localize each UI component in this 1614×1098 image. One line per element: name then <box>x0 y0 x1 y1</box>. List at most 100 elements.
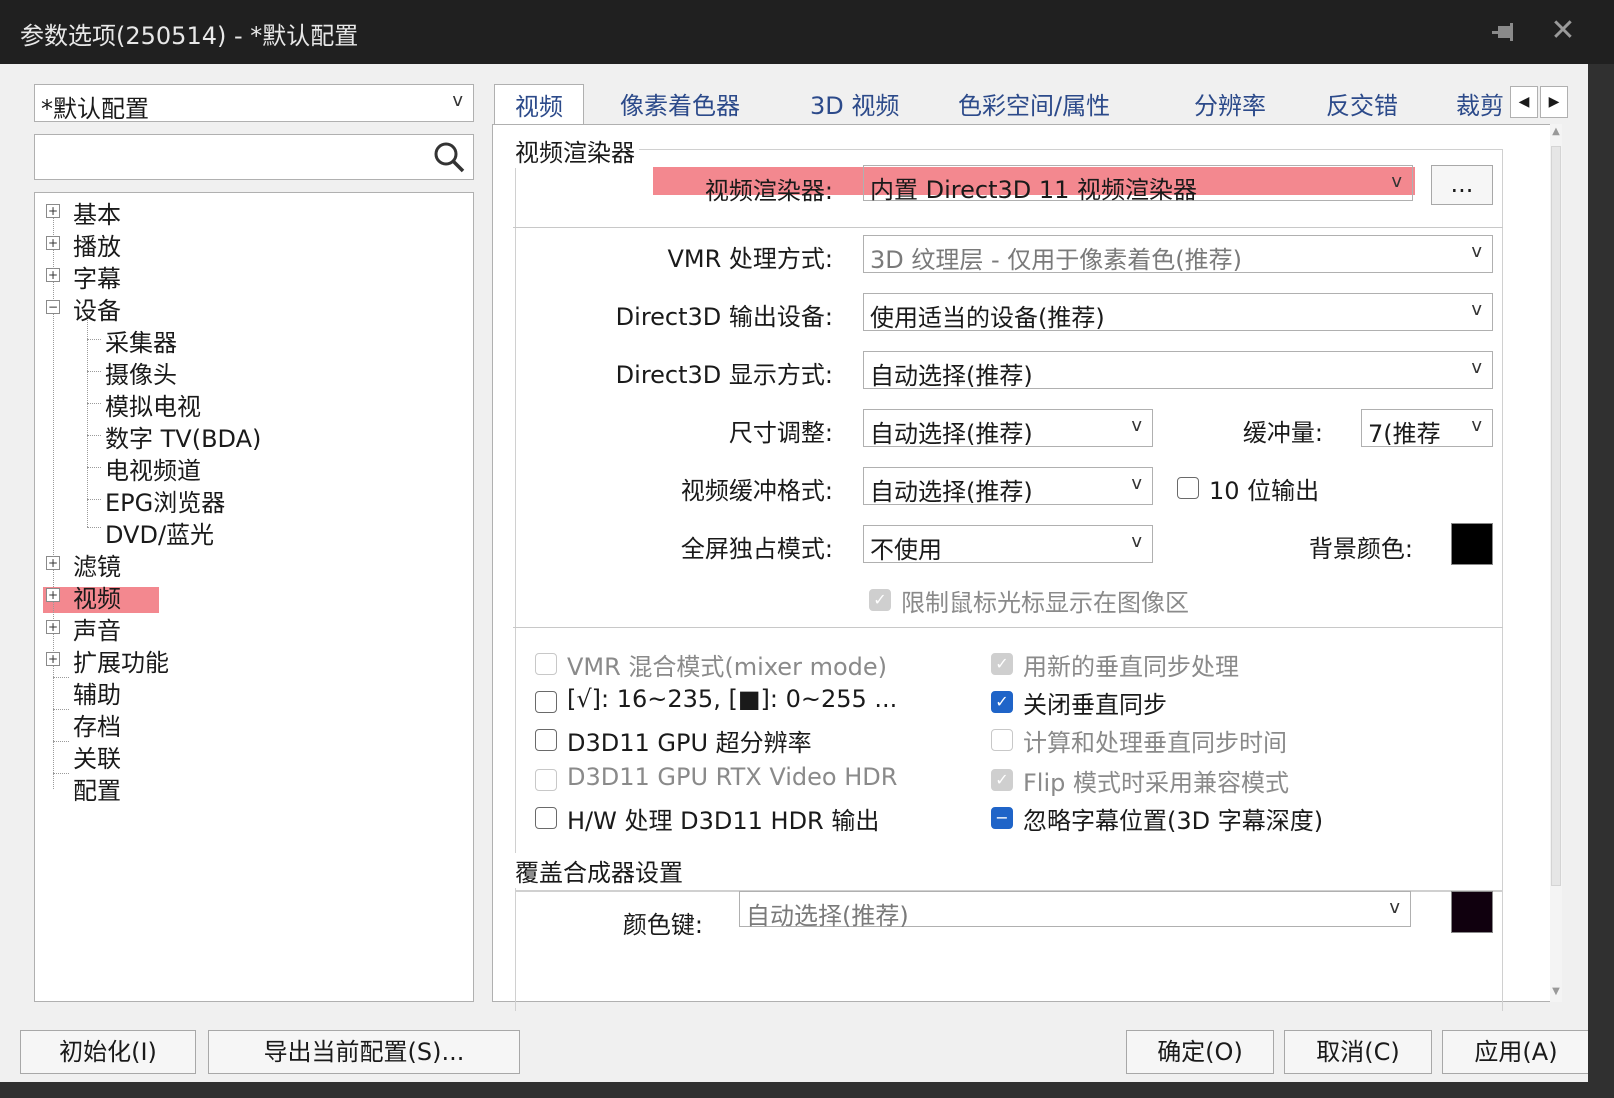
tree-item-extensions[interactable]: 扩展功能 <box>73 643 169 678</box>
tree-item-subtitles[interactable]: 字幕 <box>73 259 121 294</box>
category-tree[interactable]: + 基本 + 播放 + 字幕 − 设备 采集器 摄像头 模拟电视 数字 TV(B… <box>34 192 474 1002</box>
tree-item-audio[interactable]: 声音 <box>73 611 121 646</box>
chevron-down-icon: v <box>452 90 463 111</box>
profile-dropdown[interactable]: *默认配置 v <box>34 84 474 123</box>
buffer-label: 缓冲量: <box>1242 419 1323 447</box>
tree-item-tv-channels[interactable]: 电视频道 <box>105 451 201 486</box>
tree-guide <box>87 339 101 340</box>
close-icon[interactable]: ✕ <box>1546 14 1580 48</box>
bgcolor-swatch[interactable] <box>1451 523 1493 565</box>
rtx-video-hdr-checkbox[interactable] <box>535 769 557 791</box>
search-input[interactable] <box>34 134 474 180</box>
tree-guide <box>53 677 69 678</box>
apply-button[interactable]: 应用(A) <box>1442 1030 1590 1074</box>
vsync-timing-checkbox[interactable] <box>991 729 1013 751</box>
expand-icon[interactable]: + <box>46 268 60 282</box>
tree-item-associations[interactable]: 关联 <box>73 739 121 774</box>
flip-compat-label: Flip 模式时采用兼容模式 <box>1023 769 1290 797</box>
renderer-group-title: 视频渲染器 <box>511 133 639 168</box>
colorkey-swatch[interactable] <box>1451 891 1493 933</box>
gpu-super-resolution-checkbox[interactable] <box>535 729 557 751</box>
tab-crop[interactable]: 裁剪 <box>1456 86 1510 121</box>
tree-item-filters[interactable]: 滤镜 <box>73 547 121 582</box>
chevron-down-icon: v <box>1471 241 1482 262</box>
colorkey-dropdown-value: 自动选择(推荐) <box>746 902 909 930</box>
new-vsync-checkbox[interactable]: ✓ <box>991 653 1013 675</box>
window-title: 参数选项(250514) - *默认配置 <box>20 22 359 50</box>
pin-icon[interactable] <box>1490 18 1520 48</box>
tree-item-dvd[interactable]: DVD/蓝光 <box>105 515 214 550</box>
renderer-more-button[interactable]: ... <box>1431 165 1493 205</box>
renderer-dropdown[interactable]: 内置 Direct3D 11 视频渲染器 v <box>863 165 1413 204</box>
d3d-device-dropdown[interactable]: 使用适当的设备(推荐) v <box>863 293 1493 332</box>
tree-guide <box>53 709 69 710</box>
tree-guide <box>87 527 101 528</box>
fullscreen-label: 全屏独占模式: <box>680 535 833 563</box>
hdr-output-checkbox[interactable] <box>535 807 557 829</box>
fullscreen-dropdown[interactable]: 不使用 v <box>863 525 1153 564</box>
d3d-display-dropdown[interactable]: 自动选择(推荐) v <box>863 351 1493 390</box>
buffer-dropdown-value: 7(推荐 <box>1368 420 1441 448</box>
collapse-icon[interactable]: − <box>46 300 60 314</box>
tab-3d-video[interactable]: 3D 视频 <box>810 86 899 121</box>
buffer-format-dropdown[interactable]: 自动选择(推荐) v <box>863 467 1153 506</box>
expand-icon[interactable]: + <box>46 620 60 634</box>
tab-video[interactable]: 视频 <box>494 84 584 126</box>
tree-guide <box>87 435 101 436</box>
window-edge <box>1588 64 1614 1098</box>
tree-item-playback[interactable]: 播放 <box>73 227 121 262</box>
tree-item-config[interactable]: 配置 <box>73 771 121 806</box>
tree-item-capture[interactable]: 采集器 <box>105 323 177 358</box>
tab-color-space[interactable]: 色彩空间/属性 <box>958 86 1110 121</box>
expand-icon[interactable]: + <box>46 236 60 250</box>
tree-guide <box>53 773 69 774</box>
reset-button[interactable]: 初始化(I) <box>20 1030 196 1074</box>
expand-icon[interactable]: + <box>46 556 60 570</box>
tab-resolution[interactable]: 分辨率 <box>1194 86 1266 121</box>
buffer-dropdown[interactable]: 7(推荐 v <box>1361 409 1493 448</box>
tree-item-digital-tv[interactable]: 数字 TV(BDA) <box>105 419 261 454</box>
ten-bit-checkbox[interactable] <box>1177 477 1199 499</box>
fullscreen-dropdown-value: 不使用 <box>870 536 942 564</box>
colorkey-dropdown[interactable]: 自动选择(推荐) v <box>739 891 1411 930</box>
tree-item-archive[interactable]: 存档 <box>73 707 121 742</box>
tree-item-camera[interactable]: 摄像头 <box>105 355 177 390</box>
tree-item-epg[interactable]: EPG浏览器 <box>105 483 225 518</box>
expand-icon[interactable]: + <box>46 204 60 218</box>
flip-compat-checkbox[interactable]: ✓ <box>991 769 1013 791</box>
search-icon[interactable] <box>431 139 467 175</box>
tree-item-analog-tv[interactable]: 模拟电视 <box>105 387 201 422</box>
cancel-button[interactable]: 取消(C) <box>1284 1030 1432 1074</box>
disable-vsync-checkbox[interactable]: ✓ <box>991 691 1013 713</box>
range-checkbox[interactable] <box>535 691 557 713</box>
ok-button[interactable]: 确定(O) <box>1126 1030 1274 1074</box>
scroll-thumb[interactable] <box>1551 146 1561 886</box>
scroll-up-icon[interactable]: ▲ <box>1550 126 1562 137</box>
tab-pixel-shader[interactable]: 像素着色器 <box>620 86 740 121</box>
range-label: [√]: 16~235, [■]: 0~255 ... <box>567 685 898 713</box>
tab-scroll-left-icon[interactable]: ◀ <box>1510 86 1538 118</box>
vmr-dropdown[interactable]: 3D 纹理层 - 仅用于像素着色(推荐) v <box>863 235 1493 274</box>
expand-icon[interactable]: + <box>46 588 60 602</box>
ignore-subtitle-pos-checkbox[interactable]: − <box>991 807 1013 829</box>
resize-dropdown[interactable]: 自动选择(推荐) v <box>863 409 1153 448</box>
vmr-mixer-checkbox[interactable] <box>535 653 557 675</box>
vmr-label: VMR 处理方式: <box>667 245 833 273</box>
tree-item-basic[interactable]: 基本 <box>73 195 121 230</box>
gpu-super-resolution-label: D3D11 GPU 超分辨率 <box>567 729 812 757</box>
tree-item-accessibility[interactable]: 辅助 <box>73 675 121 710</box>
scroll-down-icon[interactable]: ▼ <box>1550 986 1562 997</box>
tab-deinterlace[interactable]: 反交错 <box>1326 86 1398 121</box>
buffer-format-dropdown-value: 自动选择(推荐) <box>870 478 1033 506</box>
rtx-video-hdr-label: D3D11 GPU RTX Video HDR <box>567 763 898 791</box>
panel-scrollbar[interactable]: ▲ ▼ <box>1550 124 1562 1002</box>
tree-item-devices[interactable]: 设备 <box>73 291 121 326</box>
tab-bar: 视频 像素着色器 3D 视频 色彩空间/属性 分辨率 反交错 裁剪 <box>492 84 1562 126</box>
limit-cursor-checkbox[interactable]: ✓ <box>869 589 891 611</box>
pin-icon-svg <box>1492 23 1513 41</box>
tree-item-video[interactable]: 视频 <box>73 579 121 614</box>
ten-bit-label: 10 位输出 <box>1209 477 1320 505</box>
export-config-button[interactable]: 导出当前配置(S)... <box>208 1030 520 1074</box>
tab-scroll-right-icon[interactable]: ▶ <box>1540 86 1568 118</box>
expand-icon[interactable]: + <box>46 652 60 666</box>
